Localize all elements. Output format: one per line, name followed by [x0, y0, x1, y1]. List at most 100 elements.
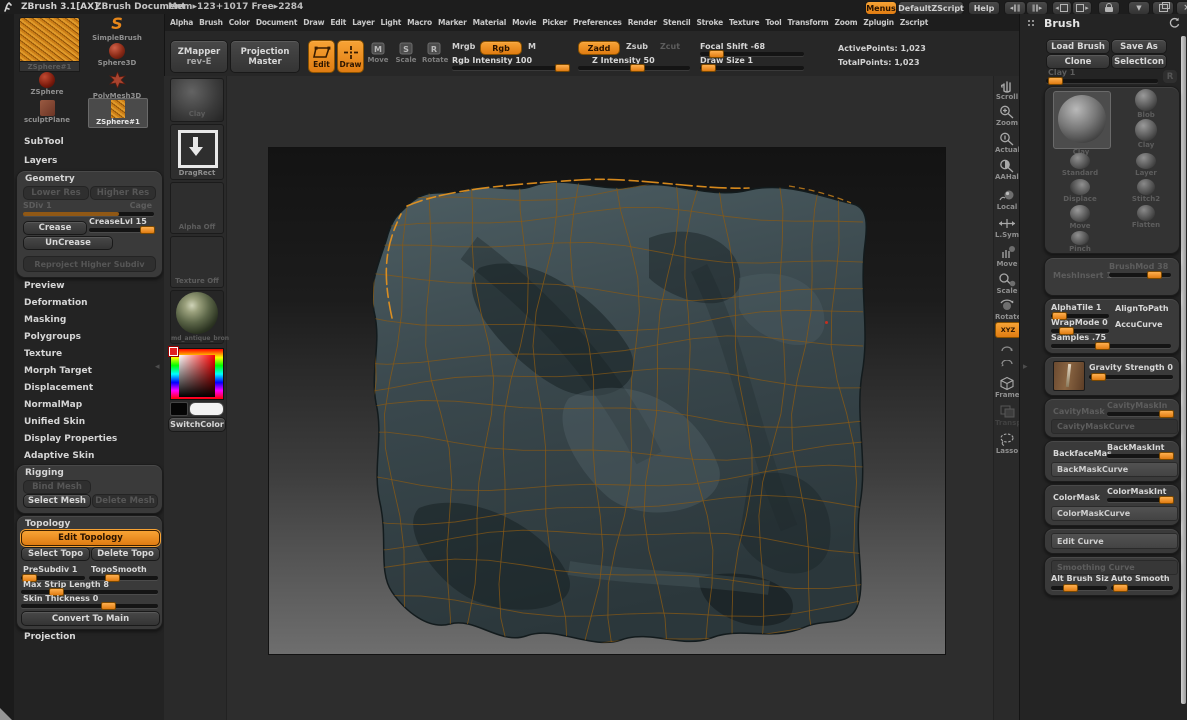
- convert-to-main-button[interactable]: Convert To Main: [21, 611, 160, 626]
- aahalf-button[interactable]: AAHalf: [995, 158, 1019, 181]
- alt-brush-size-slider[interactable]: Alt Brush Siz: [1051, 574, 1107, 590]
- cavity-mask-toggle[interactable]: CavityMask: [1053, 407, 1105, 416]
- palette-subtool[interactable]: SubTool: [24, 137, 64, 147]
- lower-res-button[interactable]: Lower Res: [23, 186, 89, 200]
- palette-masking[interactable]: Masking: [24, 315, 66, 325]
- backface-mask-toggle[interactable]: BackfaceMas: [1053, 449, 1112, 458]
- edit-topology-button[interactable]: Edit Topology: [21, 530, 160, 546]
- move-mode-button[interactable]: M Move: [366, 41, 390, 71]
- menu-stroke[interactable]: Stroke: [696, 18, 723, 27]
- active-tool-thumbnail[interactable]: [19, 17, 80, 63]
- brush-item-displace[interactable]: Displace: [1055, 179, 1105, 203]
- menu-preferences[interactable]: Preferences: [573, 18, 622, 27]
- scale-view-button[interactable]: Scale: [995, 272, 1019, 295]
- xyz-constraint-button[interactable]: XYZ: [995, 322, 1021, 338]
- restore-button[interactable]: [1152, 1, 1174, 15]
- texture-selector[interactable]: Texture Off: [170, 236, 224, 288]
- rotate-mode-button[interactable]: R Rotate: [422, 41, 446, 71]
- bottom-left-corner-widget[interactable]: [0, 708, 12, 720]
- material-selector[interactable]: md_antique_bron: [170, 290, 224, 344]
- zsub-toggle[interactable]: Zsub: [626, 42, 648, 51]
- menu-transform[interactable]: Transform: [788, 18, 829, 27]
- rigging-title[interactable]: Rigging: [25, 468, 64, 478]
- wrap-mode-slider[interactable]: WrapMode 0: [1051, 318, 1109, 333]
- tray-handle-icon[interactable]: [1028, 20, 1030, 22]
- transp-button[interactable]: Transp: [995, 404, 1019, 427]
- m-toggle[interactable]: M: [528, 42, 536, 51]
- z-intensity-slider[interactable]: Z Intensity 50: [578, 56, 690, 70]
- menu-edit[interactable]: Edit: [330, 18, 346, 27]
- accu-curve-toggle[interactable]: AccuCurve: [1115, 320, 1163, 329]
- select-topo-button[interactable]: Select Topo: [21, 547, 90, 561]
- palette-polygroups[interactable]: Polygroups: [24, 332, 81, 342]
- prev-document-button[interactable]: ◂: [1052, 1, 1072, 15]
- palette-normalmap[interactable]: NormalMap: [24, 400, 82, 410]
- edit-mode-button[interactable]: Edit: [308, 40, 335, 73]
- zoom-button[interactable]: Zoom: [995, 104, 1019, 127]
- palette-unified-skin[interactable]: Unified Skin: [24, 417, 85, 427]
- bind-mesh-button[interactable]: Bind Mesh: [23, 480, 91, 494]
- tool-zsphere[interactable]: ZSphere: [22, 72, 72, 96]
- frame-button[interactable]: Frame: [995, 376, 1019, 399]
- scroll-button[interactable]: Scroll: [995, 78, 1019, 101]
- rgb-toggle[interactable]: Rgb: [480, 41, 522, 55]
- menu-texture[interactable]: Texture: [729, 18, 759, 27]
- color-mask-int-slider[interactable]: ColorMaskInt: [1107, 487, 1173, 503]
- main-color-swatch[interactable]: [170, 402, 188, 416]
- tool-zsphere1-selected[interactable]: ZSphere#1: [88, 98, 148, 128]
- brush-mod-slider[interactable]: BrushMod 38: [1109, 262, 1171, 278]
- menu-zplugin[interactable]: Zplugin: [863, 18, 894, 27]
- rgb-intensity-slider[interactable]: Rgb Intensity 100: [452, 56, 570, 70]
- tool-sculptplane[interactable]: sculptPlane: [22, 100, 72, 124]
- zadd-toggle[interactable]: Zadd: [578, 41, 620, 55]
- rotate-view-button[interactable]: Rotate: [995, 298, 1019, 321]
- lasso-button[interactable]: Lasso: [995, 432, 1019, 455]
- save-as-button[interactable]: Save As: [1111, 39, 1167, 54]
- max-strip-length-slider[interactable]: Max Strip Length 8: [21, 580, 158, 594]
- lock-button[interactable]: [1098, 1, 1120, 15]
- presubdiv-slider[interactable]: PreSubdiv 1: [21, 565, 85, 581]
- mrgb-toggle[interactable]: Mrgb: [452, 42, 475, 51]
- projection-master-button[interactable]: Projection Master: [230, 40, 300, 73]
- zmapper-button[interactable]: ZMapper rev-E: [170, 40, 228, 73]
- clone-button[interactable]: Clone: [1046, 54, 1110, 69]
- brush-item-stitch2[interactable]: Stitch2: [1121, 179, 1171, 203]
- menu-stencil[interactable]: Stencil: [663, 18, 691, 27]
- draw-size-slider[interactable]: Draw Size 1: [700, 56, 804, 70]
- samples-slider[interactable]: Samples .75: [1051, 333, 1171, 348]
- edit-curve-bar[interactable]: Edit Curve: [1051, 533, 1178, 549]
- auto-smooth-slider[interactable]: Auto Smooth: [1111, 574, 1173, 590]
- tool-polymesh3d[interactable]: PolyMesh3D: [92, 72, 142, 100]
- gravity-strength-slider[interactable]: Gravity Strength 0: [1089, 363, 1173, 381]
- rotate-y-constraint-button[interactable]: [995, 340, 1019, 356]
- uncrease-button[interactable]: UnCrease: [23, 236, 113, 250]
- toposmooth-slider[interactable]: TopoSmooth: [89, 565, 158, 581]
- palette-preview[interactable]: Preview: [24, 281, 65, 291]
- switch-color-button[interactable]: SwitchColor: [168, 417, 226, 432]
- smoothing-curve-bar[interactable]: Smoothing Curve: [1051, 560, 1178, 575]
- menu-render[interactable]: Render: [628, 18, 657, 27]
- cavity-mask-curve-bar[interactable]: CavityMaskCurve: [1051, 419, 1178, 434]
- menu-draw[interactable]: Draw: [303, 18, 324, 27]
- sdiv-slider[interactable]: SDiv 1 Cage: [23, 201, 154, 217]
- default-zscript-button[interactable]: DefaultZScript: [898, 1, 964, 15]
- color-mask-curve-bar[interactable]: ColorMaskCurve: [1051, 506, 1178, 521]
- color-mask-toggle[interactable]: ColorMask: [1053, 493, 1100, 502]
- menu-layer[interactable]: Layer: [352, 18, 374, 27]
- back-mask-int-slider[interactable]: BackMaskInt: [1107, 443, 1173, 459]
- menu-document[interactable]: Document: [256, 18, 297, 27]
- cavity-mask-int-slider[interactable]: CavityMaskIn: [1107, 401, 1173, 417]
- menu-material[interactable]: Material: [473, 18, 507, 27]
- right-tray-scrollbar[interactable]: [1181, 36, 1186, 704]
- palette-projection[interactable]: Projection: [24, 632, 76, 642]
- delete-topo-button[interactable]: Delete Topo: [91, 547, 160, 561]
- brush-item-flatten[interactable]: Flatten: [1121, 205, 1171, 229]
- local-button[interactable]: Local: [995, 188, 1019, 211]
- alpha-selector[interactable]: Alpha Off: [170, 182, 224, 234]
- color-picker[interactable]: [170, 348, 224, 400]
- left-tray-divider-handle[interactable]: ◂: [155, 358, 164, 376]
- select-mesh-button[interactable]: Select Mesh: [23, 494, 91, 508]
- menu-tool[interactable]: Tool: [765, 18, 781, 27]
- select-icon-button[interactable]: SelectIcon: [1111, 54, 1167, 69]
- minimize-button[interactable]: ▼: [1128, 1, 1150, 15]
